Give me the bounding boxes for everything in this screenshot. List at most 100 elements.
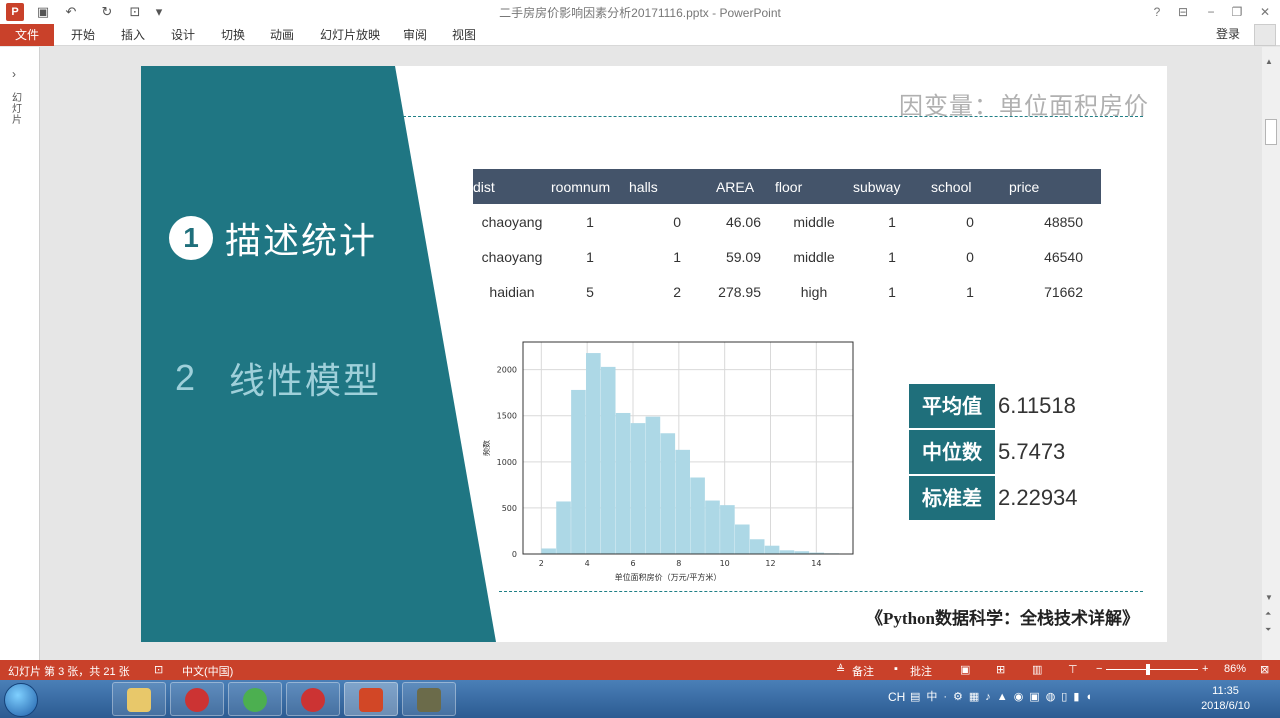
comments-button[interactable]: 批注 bbox=[910, 663, 932, 679]
fit-slide-icon[interactable]: ⊠ bbox=[1260, 663, 1269, 676]
status-bar: 幻灯片 第 3 张，共 21 张 ⊡ 中文(中国) ≜ 备注 ▪ 批注 ▣ ⊞ … bbox=[0, 660, 1280, 680]
slideshow-icon[interactable]: ⊤ bbox=[1068, 663, 1078, 676]
header-roomnum: roomnum bbox=[551, 169, 629, 204]
close-button[interactable]: ✕ bbox=[1252, 2, 1278, 22]
notes-button[interactable]: 备注 bbox=[852, 663, 874, 679]
tab-home[interactable]: 开始 bbox=[71, 24, 95, 46]
taskbar-app-4[interactable] bbox=[402, 682, 456, 716]
scrollbar-thumb[interactable] bbox=[1265, 119, 1277, 145]
ime-indicator[interactable]: CH bbox=[888, 690, 905, 704]
zoom-slider[interactable] bbox=[1106, 669, 1198, 670]
restore-button[interactable]: ❐ bbox=[1224, 2, 1250, 22]
stat-std-value: 2.22934 bbox=[998, 485, 1078, 510]
header-halls: halls bbox=[629, 169, 695, 204]
menu-item-linear-model: 2 线性模型 bbox=[175, 352, 381, 404]
title-bar: P ▣ ↶ ↻ ⊡ ▾ 二手房房价影响因素分析20171116.pptx - P… bbox=[0, 0, 1280, 24]
system-tray-icons[interactable]: ▤中·⚙▦♪▲◉▣◍▯▮◖ bbox=[910, 688, 1150, 708]
cell-school: 0 bbox=[966, 213, 974, 230]
y-tick-label: 500 bbox=[502, 504, 517, 513]
tab-file[interactable]: 文件 bbox=[0, 24, 54, 46]
thumbnail-pane: › 幻灯片 bbox=[0, 47, 40, 660]
header-subway: subway bbox=[853, 169, 931, 204]
folder-icon bbox=[127, 688, 151, 712]
clock[interactable]: 11:35 2018/6/10 bbox=[1201, 684, 1250, 714]
next-slide-icon[interactable]: ⏷ bbox=[1265, 625, 1271, 635]
user-avatar-icon[interactable] bbox=[1254, 24, 1276, 46]
x-tick-label: 8 bbox=[676, 559, 681, 568]
stat-median-value: 5.7473 bbox=[998, 439, 1066, 464]
previous-slide-icon[interactable]: ⏶ bbox=[1265, 609, 1271, 619]
zoom-slider-thumb[interactable] bbox=[1146, 664, 1150, 675]
zoom-out-icon[interactable]: − bbox=[1096, 663, 1102, 675]
notes-icon[interactable]: ≜ bbox=[836, 663, 845, 676]
y-tick-label: 1500 bbox=[497, 412, 517, 421]
cell-dist: chaoyang bbox=[481, 213, 543, 230]
cell-subway: 1 bbox=[888, 283, 896, 300]
header-floor: floor bbox=[775, 169, 853, 204]
cell-price: 71662 bbox=[1044, 283, 1083, 300]
normal-view-icon[interactable]: ▣ bbox=[960, 663, 970, 676]
cell-dist: haidian bbox=[489, 283, 535, 300]
y-axis-label: 频数 bbox=[483, 440, 491, 456]
histogram-bar bbox=[660, 433, 676, 554]
ribbon-display-button[interactable]: ⊟ bbox=[1170, 2, 1196, 22]
stat-mean: 平均值 6.11518 bbox=[909, 384, 1109, 428]
tab-transitions[interactable]: 切换 bbox=[221, 24, 245, 46]
taskbar-app-3[interactable] bbox=[286, 682, 340, 716]
window-title: 二手房房价影响因素分析20171116.pptx - PowerPoint bbox=[499, 6, 781, 20]
tab-slideshow[interactable]: 幻灯片放映 bbox=[320, 24, 380, 46]
histogram-bar bbox=[645, 416, 661, 554]
taskbar-app-2[interactable] bbox=[228, 682, 282, 716]
help-button[interactable]: ? bbox=[1144, 2, 1170, 22]
spellcheck-icon[interactable]: ⊡ bbox=[154, 663, 163, 676]
comments-icon[interactable]: ▪ bbox=[894, 663, 898, 675]
zoom-level[interactable]: 86% bbox=[1224, 663, 1246, 675]
tab-animations[interactable]: 动画 bbox=[270, 24, 294, 46]
sync-icon bbox=[243, 688, 267, 712]
start-button-icon[interactable] bbox=[4, 683, 38, 717]
vertical-scrollbar[interactable]: ▲ ▼ ⏶ ⏷ bbox=[1262, 47, 1280, 660]
cell-area: 59.09 bbox=[725, 248, 761, 265]
login-link[interactable]: 登录 bbox=[1216, 24, 1240, 46]
tab-view[interactable]: 视图 bbox=[452, 24, 476, 46]
slide-canvas[interactable]: 因变量：单位面积房价 1 描述统计 2 线性模型 dist roomnum ha… bbox=[141, 66, 1167, 642]
stat-std-label: 标准差 bbox=[909, 476, 995, 520]
histogram-bar bbox=[764, 545, 780, 554]
histogram-bar bbox=[705, 500, 720, 554]
cell-floor: high bbox=[800, 283, 828, 300]
x-tick-label: 14 bbox=[811, 559, 821, 568]
thumbnails-label[interactable]: 幻灯片 bbox=[12, 93, 26, 126]
tab-review[interactable]: 审阅 bbox=[403, 24, 427, 46]
tab-insert[interactable]: 插入 bbox=[121, 24, 145, 46]
cell-roomnum: 5 bbox=[586, 283, 594, 300]
x-tick-label: 10 bbox=[720, 559, 730, 568]
table-row: haidian 5 2 278.95 high 1 1 71662 bbox=[473, 274, 1101, 309]
histogram-bar bbox=[556, 501, 571, 554]
header-price: price bbox=[1009, 169, 1101, 204]
cell-area: 278.95 bbox=[718, 283, 761, 300]
scroll-up-icon[interactable]: ▲ bbox=[1265, 57, 1273, 66]
taskbar-app-1[interactable] bbox=[170, 682, 224, 716]
taskbar-file-explorer[interactable] bbox=[112, 682, 166, 716]
tab-design[interactable]: 设计 bbox=[171, 24, 195, 46]
scroll-down-icon[interactable]: ▼ bbox=[1265, 593, 1273, 602]
cell-subway: 1 bbox=[888, 248, 896, 265]
language-indicator[interactable]: 中文(中国) bbox=[182, 663, 233, 679]
histogram-bar bbox=[571, 389, 586, 554]
minimize-button[interactable]: − bbox=[1198, 2, 1224, 22]
cell-price: 48850 bbox=[1044, 213, 1083, 230]
histogram-bar bbox=[675, 449, 690, 554]
taskbar-powerpoint[interactable] bbox=[344, 682, 398, 716]
y-tick-label: 2000 bbox=[497, 366, 517, 375]
reading-view-icon[interactable]: ▥ bbox=[1032, 663, 1042, 676]
cell-school: 0 bbox=[966, 248, 974, 265]
y-tick-label: 1000 bbox=[497, 458, 517, 467]
table-header-row: dist roomnum halls AREA floor subway sch… bbox=[473, 169, 1101, 204]
zoom-in-icon[interactable]: + bbox=[1202, 663, 1208, 675]
histogram-bar bbox=[615, 412, 631, 554]
expand-thumbnails-icon[interactable]: › bbox=[12, 67, 16, 81]
menu-number-2: 2 bbox=[175, 357, 196, 398]
sample-data-table: dist roomnum halls AREA floor subway sch… bbox=[473, 169, 1101, 309]
slide-sorter-icon[interactable]: ⊞ bbox=[996, 663, 1005, 676]
bottom-dashed-divider bbox=[499, 591, 1143, 592]
